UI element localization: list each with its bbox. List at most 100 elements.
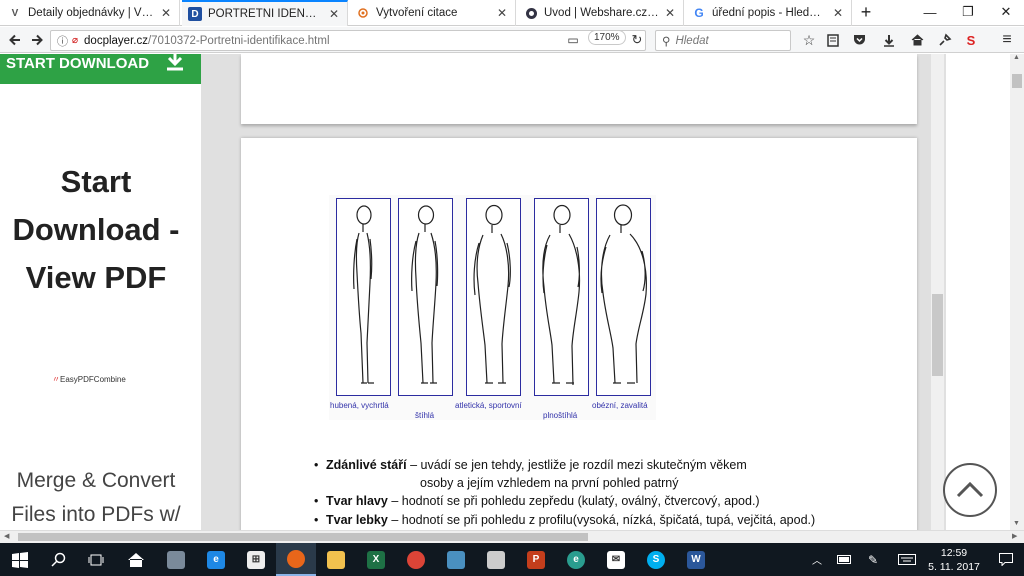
tab-label: Úvod | Webshare.cz - moder (544, 7, 659, 19)
tab-google-search[interactable]: G úřední popis - Hledat Googl ✕ (686, 0, 852, 26)
ad-start-label: START DOWNLOAD (6, 54, 150, 72)
tab-vytvoreni-citace[interactable]: Vytvoření citace ✕ (350, 0, 516, 26)
taskbar-app-edge[interactable]: e (196, 543, 236, 576)
reload-icon[interactable]: ↻ (626, 30, 648, 50)
home-icon[interactable] (906, 30, 928, 50)
close-icon[interactable]: ✕ (159, 6, 173, 20)
minimize-button[interactable]: — (912, 0, 948, 24)
computer-icon (167, 550, 185, 569)
tab-portretni-identifikace[interactable]: D PORTRÉTNÍ IDENTIFIKACE - ✕ (182, 0, 348, 26)
page-vertical-scrollbar-thumb[interactable] (1012, 74, 1022, 88)
restore-button[interactable]: ❐ (950, 0, 986, 24)
taskbar-app-skype[interactable]: S (636, 543, 676, 576)
ad-subline-line: Merge & Convert (16, 469, 176, 492)
taskbar-app-store[interactable]: ⊞ (236, 543, 276, 576)
list-item-text: osoby a jejím vzhledem na první pohled p… (420, 476, 679, 490)
taskbar-app-chrome[interactable] (396, 543, 436, 576)
taskbar-app-printer[interactable] (476, 543, 516, 576)
scroll-up-arrow-icon[interactable]: ▲ (1013, 54, 1020, 61)
scroll-to-top-button[interactable] (943, 463, 997, 517)
tab-order-details[interactable]: V Detaily objednávky | VŠpráce ✕ (2, 0, 180, 26)
ad-brand-logo[interactable]: 〃EasyPDFCombine (52, 374, 126, 385)
clock-date: 5. 11. 2017 (928, 561, 980, 573)
right-margin (946, 54, 1010, 530)
bookmark-star-icon[interactable]: ☆ (798, 30, 820, 50)
tab-label: úřední popis - Hledat Googl (712, 7, 827, 19)
menu-icon[interactable]: ≡ (996, 30, 1018, 50)
list-item-term: Tvar hlavy (326, 494, 388, 508)
back-arrow-icon (9, 34, 20, 46)
taskbar-app-window[interactable] (436, 543, 476, 576)
taskbar-app-firefox[interactable] (276, 543, 316, 576)
figure-label: plnoštíhlá (543, 411, 578, 420)
close-icon[interactable]: ✕ (327, 7, 341, 21)
forward-button[interactable] (26, 30, 48, 50)
page-horizontal-scrollbar-thumb[interactable] (18, 533, 588, 541)
ad-subline[interactable]: Merge & Convert Files into PDFs w/ (0, 464, 192, 530)
start-button[interactable] (0, 543, 40, 576)
close-window-button[interactable]: ✕ (988, 0, 1024, 24)
insecure-lock-icon: ⌀ (72, 35, 79, 46)
task-view-button[interactable] (76, 543, 116, 576)
notifications-icon[interactable] (992, 543, 1020, 576)
ad-headline[interactable]: Start Download - View PDF (0, 158, 192, 302)
body-figure-obese (596, 198, 651, 396)
scroll-right-arrow-icon[interactable]: ▶ (1012, 532, 1017, 540)
bookmarks-list-icon[interactable] (822, 30, 844, 50)
taskbar-clock[interactable]: 12:59 5. 11. 2017 (920, 546, 988, 574)
taskbar-app-ie[interactable]: e (556, 543, 596, 576)
close-icon[interactable]: ✕ (663, 6, 677, 20)
keyboard-icon[interactable] (894, 543, 920, 576)
info-icon[interactable]: ⓘ (57, 33, 68, 49)
forward-arrow-icon (32, 34, 43, 46)
google-icon: G (694, 6, 704, 20)
list-item-text: – hodnotí se při pohledu zepředu (kulatý… (387, 494, 760, 508)
search-input[interactable]: ⚲ Hledat (655, 30, 791, 51)
firefox-icon (287, 549, 305, 568)
close-icon[interactable]: ✕ (831, 6, 845, 20)
taskbar-app-word[interactable]: W (676, 543, 716, 576)
home-icon (128, 552, 144, 567)
taskbar-app-explorer[interactable] (316, 543, 356, 576)
document-page (241, 54, 917, 124)
download-icon[interactable] (878, 30, 900, 50)
ad-start-download-button[interactable]: START DOWNLOAD (0, 54, 201, 84)
zoom-indicator[interactable]: 170% (588, 30, 626, 45)
pen-icon[interactable]: ✎ (862, 543, 884, 576)
mail-icon: ✉ (607, 550, 625, 569)
reader-view-icon[interactable]: ▭ (562, 30, 584, 50)
taskbar-search-button[interactable] (38, 543, 78, 576)
show-hidden-icons-chevron-icon[interactable]: ︿ (806, 543, 828, 576)
battery-icon[interactable] (834, 543, 856, 576)
pocket-icon[interactable] (848, 30, 870, 50)
extension-icon[interactable] (934, 30, 956, 50)
back-button[interactable] (4, 30, 26, 50)
taskbar-app-powerpoint[interactable]: P (516, 543, 556, 576)
body-figure-slim (398, 198, 453, 396)
windows-logo-icon (12, 551, 28, 568)
s-extension-icon[interactable]: S (960, 30, 982, 50)
new-tab-button[interactable]: + (852, 0, 880, 24)
list-item: • Tvar hlavy – hodnotí se při pohledu zep… (314, 494, 760, 508)
download-arrow-icon (167, 54, 183, 71)
store-icon: ⊞ (247, 550, 265, 569)
page-vertical-scrollbar[interactable]: ▲ ▼ (1010, 54, 1024, 530)
scroll-down-arrow-icon[interactable]: ▼ (1013, 520, 1020, 527)
close-icon[interactable]: ✕ (495, 6, 509, 20)
advertisement-panel: START DOWNLOAD Start Download - View PDF… (0, 54, 201, 530)
list-item-term: Tvar lebky (326, 513, 388, 527)
list-item-continuation: osoby a jejím vzhledem na první pohled p… (420, 476, 678, 490)
taskbar-app-computer[interactable] (156, 543, 196, 576)
taskbar-app-excel[interactable]: X (356, 543, 396, 576)
ad-headline-line: View PDF (25, 260, 167, 295)
powerpoint-icon: P (527, 550, 545, 569)
url-bar[interactable]: ⓘ ⌀ docplayer.cz/7010372-Portretni-ident… (50, 30, 646, 51)
taskbar-app-home[interactable] (116, 543, 156, 576)
viewer-scrollbar[interactable] (931, 54, 944, 530)
taskbar-app-mail[interactable]: ✉ (596, 543, 636, 576)
list-item: • Tvar lebky – hodnotí se při pohledu z p… (314, 513, 816, 527)
tab-webshare[interactable]: Úvod | Webshare.cz - moder ✕ (518, 0, 684, 26)
scroll-left-arrow-icon[interactable]: ◀ (4, 532, 9, 540)
window-app-icon (447, 550, 465, 569)
viewer-scrollbar-thumb[interactable] (932, 294, 943, 376)
